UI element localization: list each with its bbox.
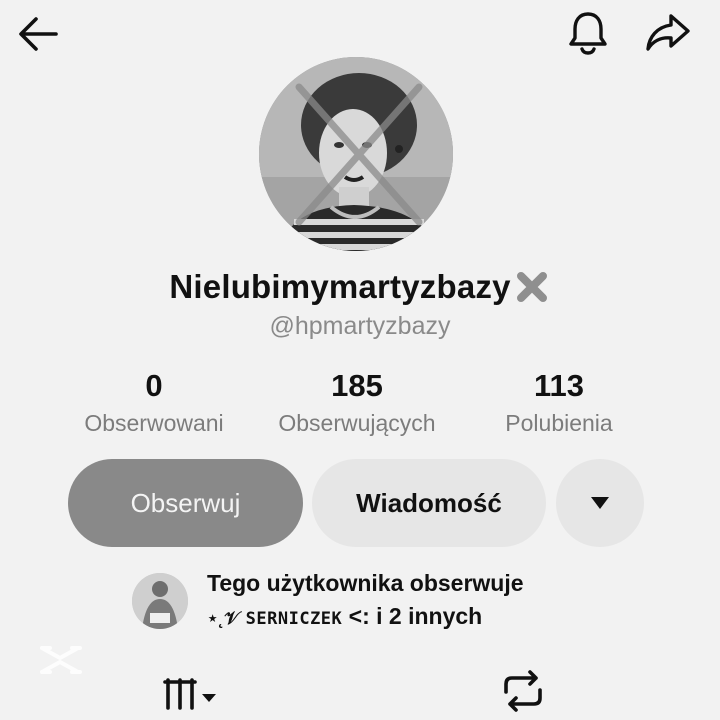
back-button[interactable] [14, 10, 62, 58]
profile-stats: 0 Obserwowani 185 Obserwujących 113 Polu… [0, 366, 720, 446]
stat-following-value: 0 [145, 368, 163, 403]
stat-following[interactable]: 0 Obserwowani [66, 366, 242, 440]
stat-likes-value: 113 [533, 368, 584, 403]
profile-photo [259, 57, 453, 251]
share-arrow-icon [646, 14, 690, 51]
display-name: Nielubimymartyzbazy [0, 268, 720, 306]
bell-icon [569, 12, 607, 55]
display-name-text: Nielubimymartyzbazy [169, 268, 511, 305]
tab-reposts[interactable] [498, 670, 552, 720]
followed-by-suffix: <: i 2 innych [348, 603, 483, 629]
followed-by-decoration: ⋆˛𝒱 [207, 608, 240, 628]
stat-following-label: Obserwowani [84, 410, 224, 436]
grid-columns-icon [163, 678, 216, 710]
stat-followers-label: Obserwujących [278, 410, 436, 436]
profile-tabs [0, 660, 720, 720]
followed-by-title: Tego użytkownika obserwuje [207, 570, 524, 596]
notifications-button[interactable] [564, 8, 612, 56]
share-button[interactable] [642, 8, 694, 56]
stat-followers[interactable]: 185 Obserwujących [258, 366, 456, 440]
profile-avatar[interactable] [259, 57, 453, 251]
more-options-button[interactable] [556, 459, 644, 547]
followed-by-username: SERNICZEK [245, 609, 343, 629]
followed-by-users: ⋆˛𝒱 SERNICZEK <: i 2 innych [207, 603, 482, 630]
repost-icon [504, 670, 542, 712]
cross-mark-icon [513, 268, 551, 306]
username-handle: @hpmartyzbazy [269, 312, 451, 340]
stat-likes[interactable]: 113 Polubienia [488, 366, 630, 440]
stat-likes-label: Polubienia [505, 410, 613, 436]
follower-avatar [132, 573, 188, 629]
followed-by-section[interactable]: Tego użytkownika obserwuje ⋆˛𝒱 SERNICZEK… [132, 570, 692, 636]
message-button[interactable]: Wiadomość [312, 459, 546, 547]
arrow-left-icon [19, 17, 58, 51]
caret-down-icon [591, 497, 609, 509]
stat-followers-value: 185 [331, 368, 383, 403]
tab-videos[interactable] [160, 670, 230, 720]
follow-button[interactable]: Obserwuj [68, 459, 303, 547]
